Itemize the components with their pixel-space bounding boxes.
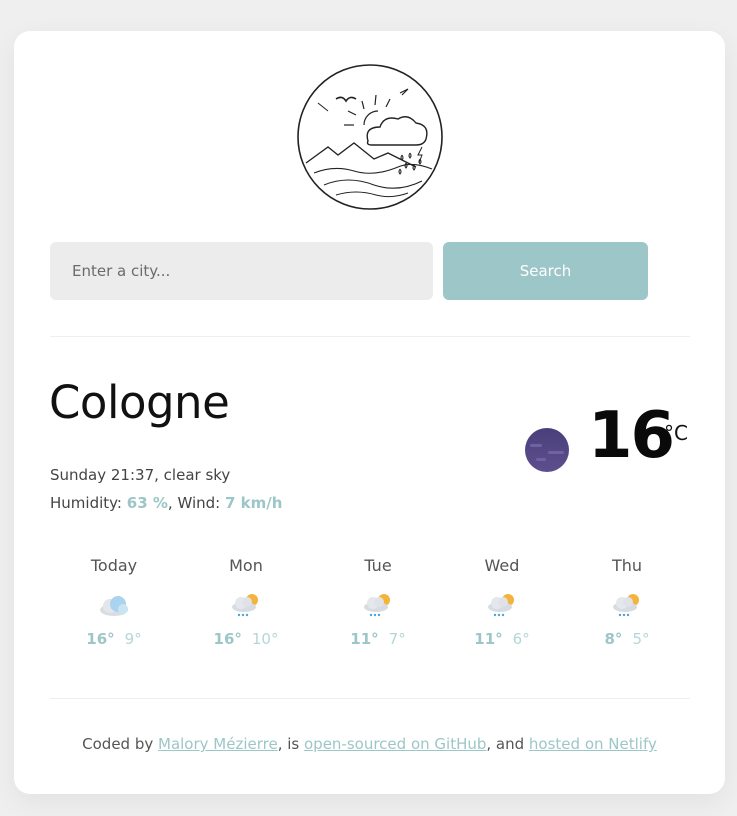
forecast-day: Today 16° 9°	[64, 556, 164, 648]
forecast-max: 8°	[604, 630, 623, 648]
forecast-temps: 11° 7°	[328, 630, 428, 648]
forecast-min: 10°	[251, 630, 279, 648]
wind-value: 7 km/h	[225, 494, 283, 512]
forecast-min: 7°	[388, 630, 406, 648]
current-temperature: 16	[588, 399, 675, 473]
forecast-day: Tue 11° 7°	[328, 556, 428, 648]
forecast-day-name: Mon	[229, 556, 263, 575]
footer: Coded by Malory Mézierre, is open-source…	[14, 735, 725, 753]
forecast-temps: 16° 10°	[196, 630, 296, 648]
sun-cloud-rain-icon	[232, 594, 258, 617]
forecast-row: Today 16° 9° Mon 16° 10° Tue 11° 7° Wed …	[50, 556, 690, 666]
forecast-max: 11°	[350, 630, 379, 648]
forecast-day-name: Today	[90, 556, 138, 575]
forecast-temps: 8° 5°	[577, 630, 677, 648]
github-link[interactable]: open-sourced on GitHub	[304, 735, 486, 753]
author-link[interactable]: Malory Mézierre	[158, 735, 278, 753]
forecast-day-name: Tue	[364, 556, 392, 575]
forecast-min: 5°	[632, 630, 650, 648]
weather-description: clear sky	[163, 466, 231, 484]
moon-night-icon	[525, 428, 569, 472]
forecast-temps: 11° 6°	[452, 630, 552, 648]
city-name: Cologne	[49, 376, 230, 429]
city-search-input[interactable]	[50, 242, 433, 300]
footer-and: , and	[486, 735, 529, 753]
forecast-max: 16°	[86, 630, 115, 648]
forecast-temps: 16° 9°	[64, 630, 164, 648]
sun-cloud-rain-icon	[364, 594, 390, 617]
forecast-min: 9°	[124, 630, 142, 648]
wind-label: Wind:	[177, 494, 221, 512]
weather-logo-icon	[297, 64, 443, 210]
current-details: Sunday 21:37, clear sky Humidity: 63 %, …	[50, 461, 282, 517]
sun-cloud-rain-icon	[488, 594, 514, 617]
date-description-line: Sunday 21:37, clear sky	[50, 466, 231, 484]
forecast-day-name: Thu	[611, 556, 643, 575]
weather-card: Search Cologne Sunday 21:37, clear sky H…	[14, 31, 725, 794]
forecast-min: 6°	[512, 630, 530, 648]
divider-bottom	[50, 698, 690, 699]
humidity-label: Humidity:	[50, 494, 122, 512]
temperature-unit: °C	[664, 421, 688, 445]
forecast-day: Thu 8° 5°	[577, 556, 677, 648]
footer-coded-by: Coded by	[82, 735, 158, 753]
cloud-icon	[100, 596, 128, 616]
forecast-day: Wed 11° 6°	[452, 556, 552, 648]
forecast-day-name: Wed	[484, 556, 520, 575]
search-button[interactable]: Search	[443, 242, 648, 300]
sun-cloud-rain-icon	[613, 594, 639, 617]
footer-is: , is	[277, 735, 304, 753]
forecast-max: 16°	[213, 630, 242, 648]
humidity-wind-line: Humidity: 63 %, Wind: 7 km/h	[50, 494, 283, 512]
forecast-day: Mon 16° 10°	[196, 556, 296, 648]
humidity-value: 63 %	[126, 494, 168, 512]
forecast-max: 11°	[474, 630, 503, 648]
day-time: Sunday 21:37	[50, 466, 155, 484]
netlify-link[interactable]: hosted on Netlify	[529, 735, 657, 753]
divider-top	[50, 336, 690, 337]
